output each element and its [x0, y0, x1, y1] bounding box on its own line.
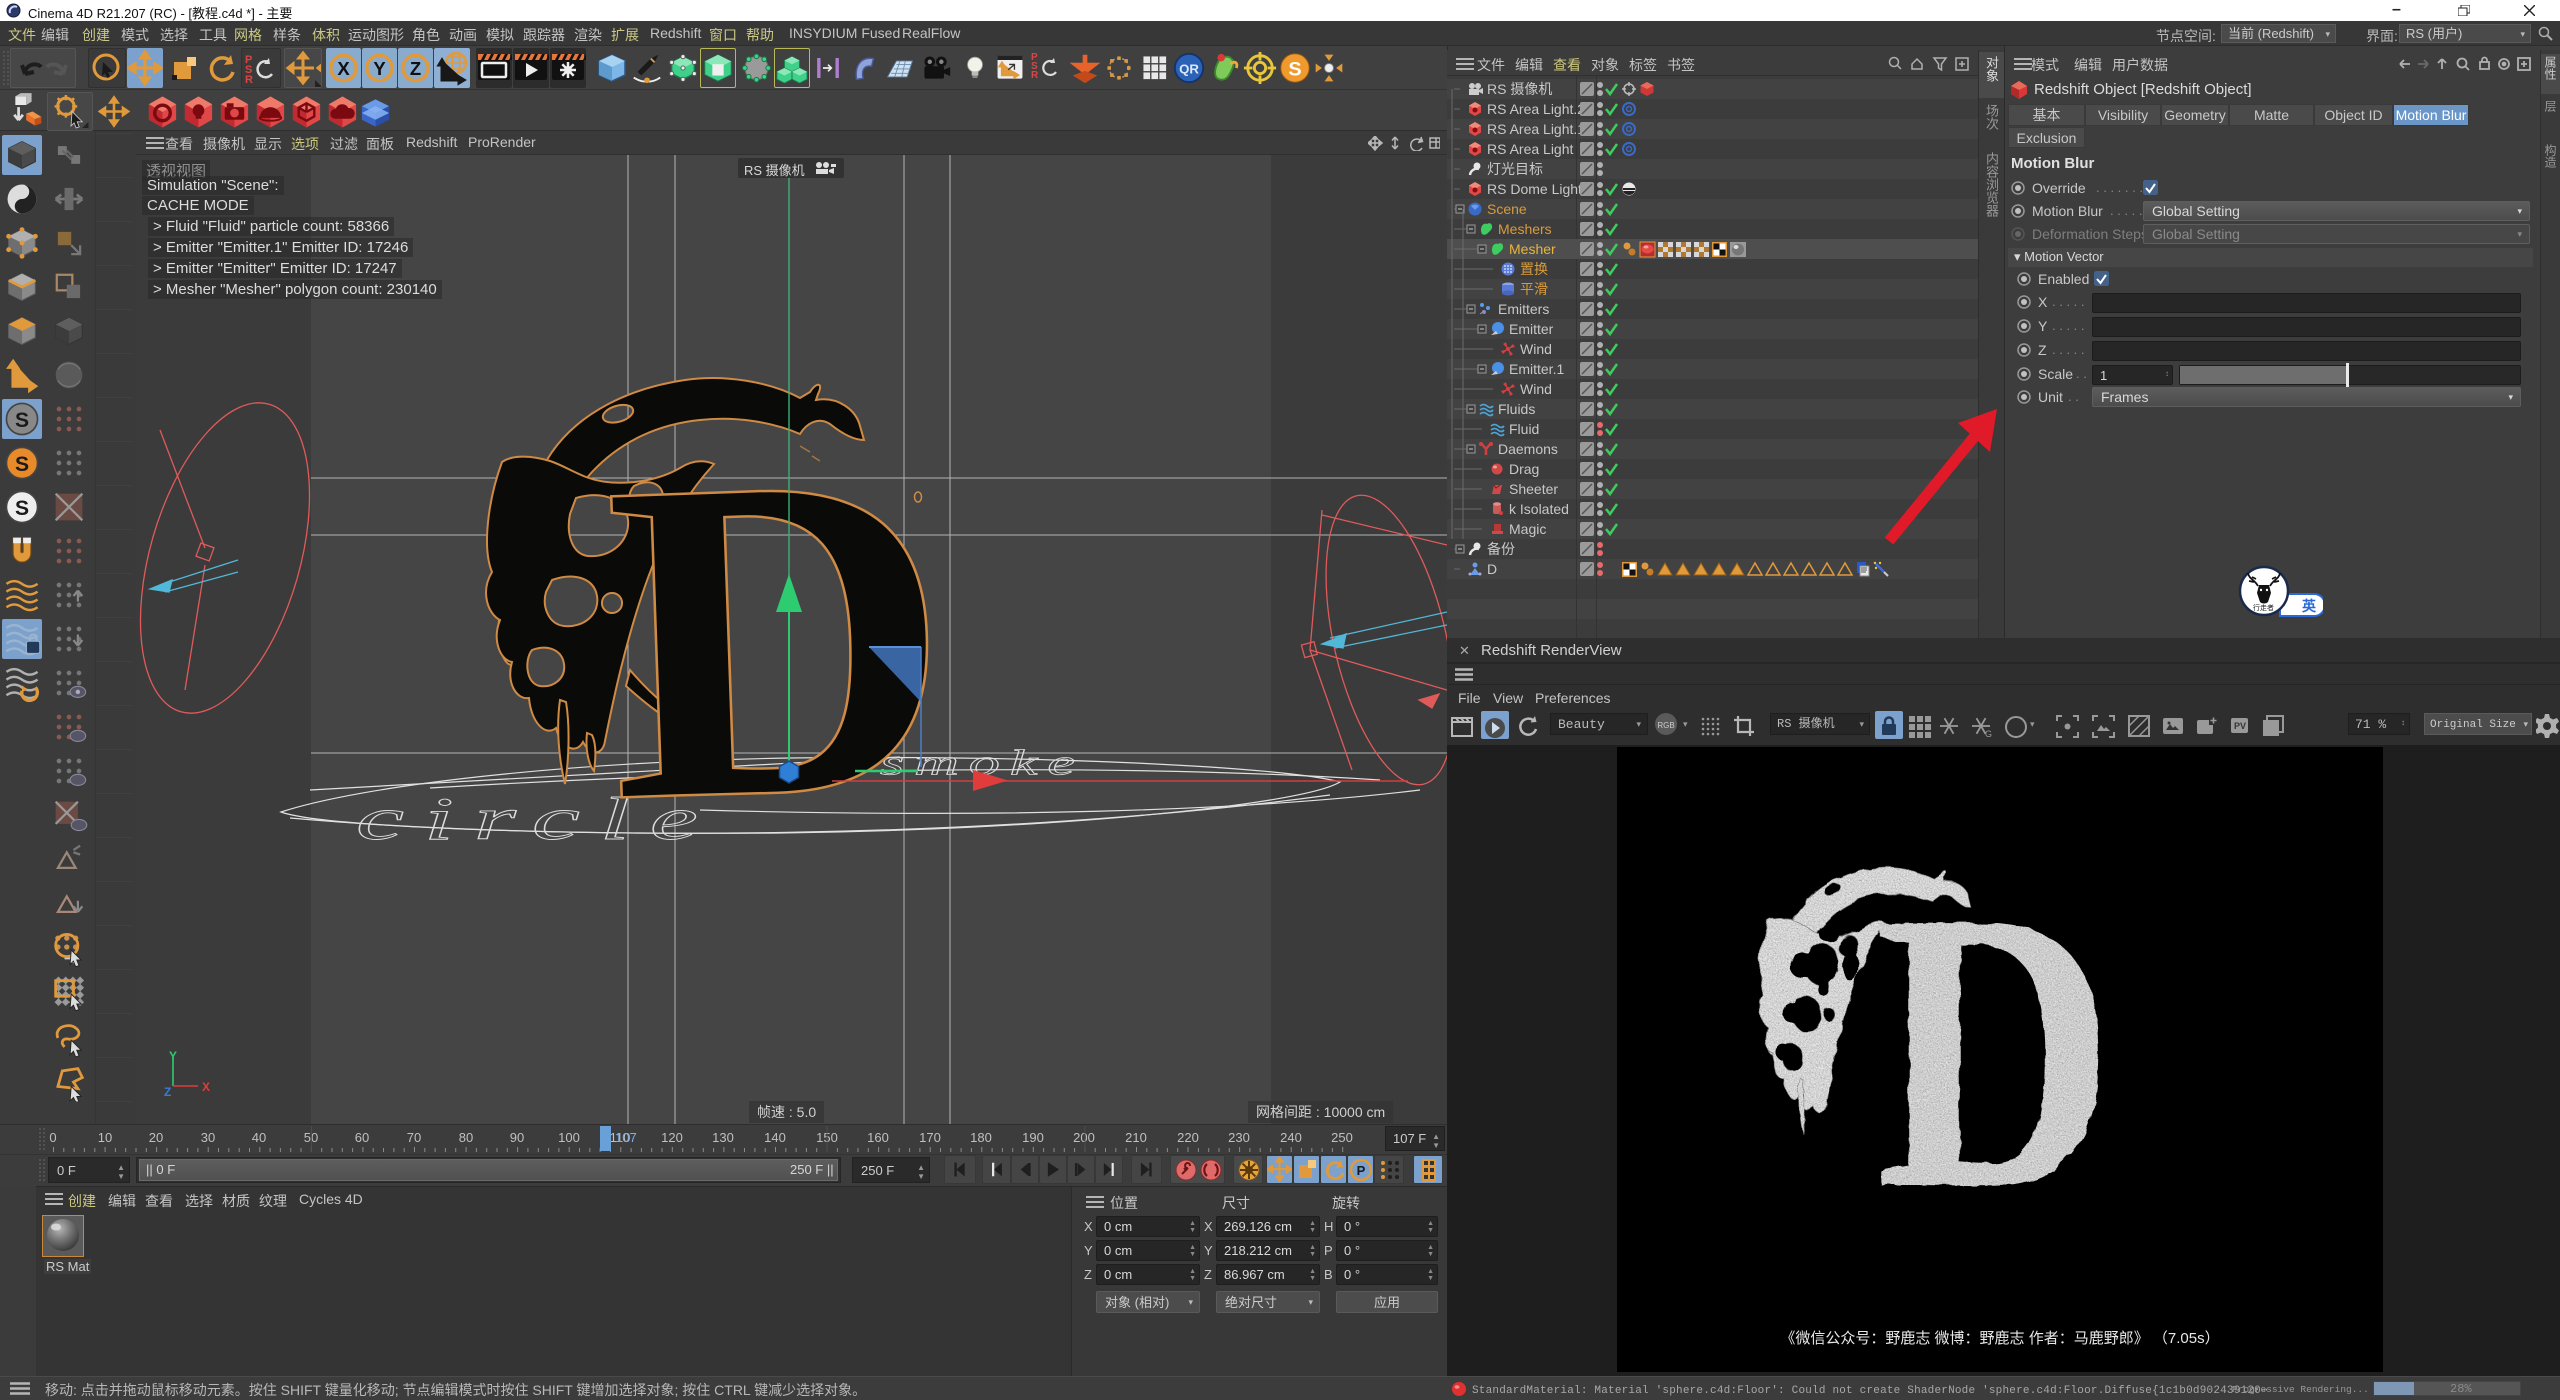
svg-text:QR: QR: [1179, 62, 1199, 77]
svg-text:R: R: [1031, 70, 1039, 81]
svg-text:RS 摄像机: RS 摄像机: [1487, 81, 1552, 97]
svg-text:Emitter: Emitter: [1509, 321, 1554, 337]
svg-text:Y: Y: [373, 58, 386, 79]
svg-text:《微信公众号：野鹿志 微博：野鹿志 作者：马鹿野郎》 （: 《微信公众号：野鹿志 微博：野鹿志 作者：马鹿野郎》 （7.05s）: [1780, 1330, 2219, 1347]
svg-text:备份: 备份: [1487, 541, 1515, 557]
svg-text:行走者: 行走者: [2253, 603, 2274, 612]
svg-text:240: 240: [1280, 1130, 1302, 1145]
svg-text:Emitter.1: Emitter.1: [1509, 361, 1564, 377]
svg-text:G: G: [1985, 729, 1992, 739]
svg-text:220: 220: [1177, 1130, 1199, 1145]
svg-text:Fluids: Fluids: [1498, 401, 1535, 417]
svg-text:S: S: [15, 453, 29, 476]
svg-text:RS Area Light: RS Area Light: [1487, 141, 1573, 157]
svg-text:X: X: [202, 1080, 210, 1094]
svg-text:Drag: Drag: [1509, 461, 1539, 477]
svg-text:RGB: RGB: [1657, 721, 1674, 730]
svg-text:英: 英: [2301, 598, 2317, 614]
svg-text:10: 10: [98, 1130, 112, 1145]
svg-text:k Isolated: k Isolated: [1509, 501, 1569, 517]
svg-text:Fluid: Fluid: [1509, 421, 1539, 437]
svg-text:RS Area Light.1: RS Area Light.1: [1487, 121, 1585, 137]
svg-text:D: D: [599, 376, 959, 898]
svg-text:RS Dome Light: RS Dome Light: [1487, 181, 1582, 197]
svg-text:Sheeter: Sheeter: [1509, 481, 1558, 497]
svg-text:Scene: Scene: [1487, 201, 1527, 217]
svg-text:210: 210: [1125, 1130, 1147, 1145]
svg-text:70: 70: [407, 1130, 421, 1145]
svg-text:Wind: Wind: [1520, 381, 1552, 397]
svg-text:20: 20: [149, 1130, 163, 1145]
svg-text:Meshers: Meshers: [1498, 221, 1552, 237]
svg-text:Magic: Magic: [1509, 521, 1546, 537]
svg-text:80: 80: [459, 1130, 473, 1145]
svg-text:PV: PV: [2234, 721, 2246, 731]
svg-text:190: 190: [1022, 1130, 1044, 1145]
svg-text:灯光目标: 灯光目标: [1487, 161, 1543, 177]
svg-text:Daemons: Daemons: [1498, 441, 1558, 457]
svg-text:180: 180: [970, 1130, 992, 1145]
svg-text:130: 130: [712, 1130, 734, 1145]
svg-text:Z: Z: [410, 58, 421, 79]
svg-text:S: S: [1288, 59, 1301, 81]
svg-text:R: R: [245, 74, 253, 86]
svg-text:160: 160: [867, 1130, 889, 1145]
svg-text:230: 230: [1228, 1130, 1250, 1145]
svg-text:0: 0: [49, 1130, 56, 1145]
svg-text:X: X: [337, 58, 350, 79]
svg-text:置换: 置换: [1520, 261, 1548, 277]
svg-text:140: 140: [764, 1130, 786, 1145]
svg-text:250: 250: [1331, 1130, 1353, 1145]
svg-text:Emitters: Emitters: [1498, 301, 1549, 317]
svg-text:30: 30: [201, 1130, 215, 1145]
svg-text:S: S: [15, 497, 29, 520]
svg-text:D: D: [1487, 561, 1497, 577]
svg-text:D: D: [1875, 829, 2115, 1272]
svg-text:S: S: [15, 409, 29, 432]
svg-text:200: 200: [1073, 1130, 1095, 1145]
svg-text:100: 100: [558, 1130, 580, 1145]
svg-text:RS Area Light.2: RS Area Light.2: [1487, 101, 1585, 117]
svg-text:P: P: [1357, 1163, 1366, 1178]
svg-text:Y: Y: [169, 1049, 177, 1063]
svg-text:120: 120: [661, 1130, 683, 1145]
svg-text:170: 170: [919, 1130, 941, 1145]
svg-text:107: 107: [615, 1130, 637, 1145]
svg-text:平滑: 平滑: [1520, 281, 1548, 297]
svg-text:Wind: Wind: [1520, 341, 1552, 357]
svg-text:Z: Z: [164, 1085, 171, 1098]
svg-text:Mesher: Mesher: [1509, 241, 1556, 257]
svg-text:60: 60: [355, 1130, 369, 1145]
svg-text:90: 90: [510, 1130, 524, 1145]
svg-text:40: 40: [252, 1130, 266, 1145]
